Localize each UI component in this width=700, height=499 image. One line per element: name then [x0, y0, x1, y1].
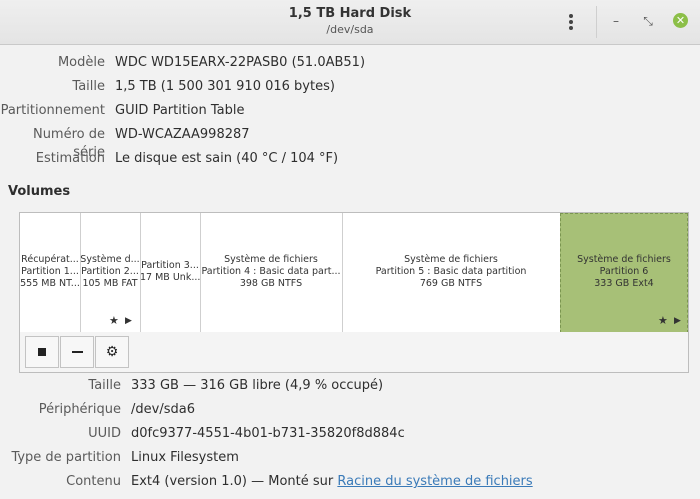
volume-partition-2[interactable]: Système d... Partition 2... 105 MB FAT ★…	[80, 213, 141, 333]
maximize-icon[interactable]: ⤡	[640, 13, 656, 29]
contents-text: Ext4 (version 1.0) — Monté sur	[131, 474, 338, 489]
model-value: WDC WD15EARX-22PASB0 (51.0AB51)	[115, 55, 366, 70]
partitioning-value: GUID Partition Table	[115, 103, 245, 118]
window-title: 1,5 TB Hard Disk	[288, 6, 412, 21]
assessment-value: Le disque est sain (40 °C / 104 °F)	[115, 151, 339, 166]
volume-line2: Partition 5 : Basic data partition	[375, 266, 527, 277]
size-label: Taille	[72, 79, 105, 94]
volume-map: Récupérat... Partition 1... 555 MB NT...…	[19, 212, 689, 334]
assessment-label: Estimation	[35, 151, 105, 166]
device-value: /dev/sda6	[131, 402, 195, 417]
partitioning-label: Partitionnement	[0, 103, 105, 118]
volume-partition-6-selected[interactable]: Système de fichiers Partition 6 333 GB E…	[560, 213, 688, 333]
volume-line1: Système de fichiers	[224, 254, 318, 265]
volume-line3: 333 GB Ext4	[594, 278, 654, 289]
volume-partition-4[interactable]: Système de fichiers Partition 4 : Basic …	[200, 213, 343, 333]
play-icon: ▶	[125, 316, 132, 326]
volumes-heading: Volumes	[8, 184, 71, 199]
serial-value: WD-WCAZAA998287	[115, 127, 250, 142]
volume-partition-3[interactable]: Partition 3... 17 MB Unk...	[140, 213, 201, 333]
volume-line2: Partition 1...	[21, 266, 79, 277]
volume-line3: 555 MB NT...	[20, 278, 80, 289]
settings-button[interactable]: ⚙	[95, 336, 129, 368]
gear-icon: ⚙	[105, 344, 119, 360]
size-value: 1,5 TB (1 500 301 910 016 bytes)	[115, 79, 335, 94]
partition-type-label: Type de partition	[11, 450, 121, 465]
minus-icon	[71, 351, 83, 353]
volume-partition-1[interactable]: Récupérat... Partition 1... 555 MB NT...	[20, 213, 81, 333]
remove-partition-button[interactable]	[60, 336, 94, 368]
window-subtitle: /dev/sda	[326, 23, 374, 36]
volume-line1: Système de fichiers	[404, 254, 498, 265]
partition-type-value: Linux Filesystem	[131, 450, 239, 465]
minimize-icon[interactable]: –	[608, 13, 624, 29]
vol-size-label: Taille	[88, 378, 121, 393]
volume-line1: Système d...	[80, 254, 140, 265]
vol-size-value: 333 GB — 316 GB libre (4,9 % occupé)	[131, 378, 384, 393]
volume-line2: Partition 2...	[81, 266, 139, 277]
volume-line1: Partition 3...	[141, 260, 199, 271]
contents-label: Contenu	[66, 474, 121, 489]
mount-point-link[interactable]: Racine du système de fichiers	[337, 474, 532, 489]
close-icon[interactable]: ✕	[673, 13, 688, 28]
contents-value: Ext4 (version 1.0) — Monté sur Racine du…	[131, 473, 533, 491]
volume-line2: 17 MB Unk...	[140, 272, 200, 283]
volume-line3: 398 GB NTFS	[239, 278, 303, 289]
volume-line3: 769 GB NTFS	[419, 278, 483, 289]
star-icon: ★	[109, 314, 119, 327]
stop-icon	[38, 348, 46, 356]
uuid-label: UUID	[88, 426, 121, 441]
volume-line1: Récupérat...	[21, 254, 79, 265]
title-bar: 1,5 TB Hard Disk /dev/sda – ⤡ ✕	[0, 0, 700, 45]
volume-line1: Système de fichiers	[577, 254, 671, 265]
volume-partition-5[interactable]: Système de fichiers Partition 5 : Basic …	[342, 213, 561, 333]
device-label: Périphérique	[38, 402, 121, 417]
volume-toolbar: ⚙	[19, 332, 689, 373]
stop-button[interactable]	[25, 336, 59, 368]
play-icon: ▶	[674, 316, 681, 326]
titlebar-separator	[596, 6, 597, 38]
uuid-value: d0fc9377-4551-4b01-b731-35820f8d884c	[131, 426, 405, 441]
volume-line2: Partition 6	[599, 266, 649, 277]
model-label: Modèle	[57, 55, 105, 70]
vertical-dots-icon[interactable]	[562, 12, 580, 32]
volume-line3: 105 MB FAT	[82, 278, 138, 289]
volume-line2: Partition 4 : Basic data part...	[201, 266, 341, 277]
star-icon: ★	[658, 314, 668, 327]
